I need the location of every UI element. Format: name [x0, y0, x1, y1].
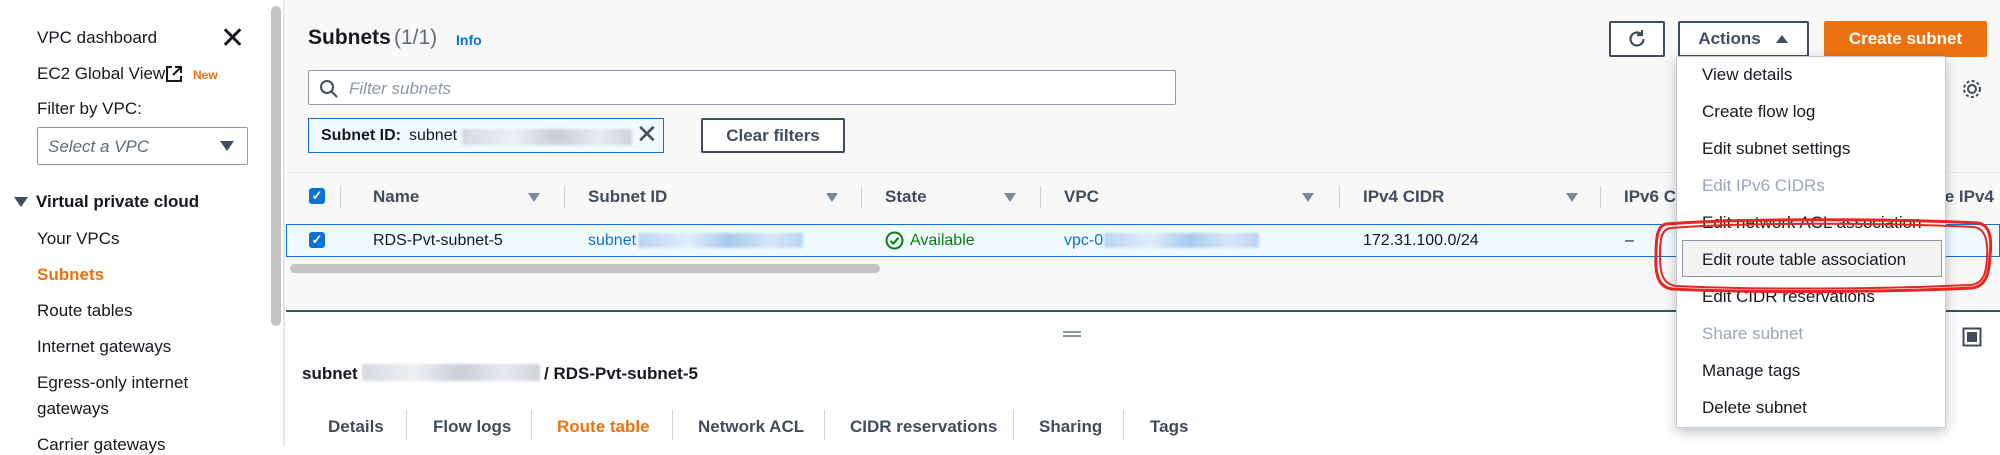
sort-icon[interactable]: [528, 193, 540, 202]
col-header-ipv4-cidr[interactable]: IPv4 CIDR: [1363, 187, 1444, 207]
redacted-subnet-id: [462, 129, 632, 145]
details-title-prefix: subnet: [302, 364, 358, 383]
col-separator: [1339, 186, 1340, 208]
create-subnet-button[interactable]: Create subnet: [1824, 21, 1987, 57]
col-header-state[interactable]: State: [885, 187, 927, 207]
settings-icon[interactable]: [1961, 78, 1983, 100]
refresh-button[interactable]: [1609, 21, 1665, 57]
cell-ipv6-cidr: –: [1625, 232, 1634, 249]
search-icon: [320, 80, 338, 98]
menu-item-delete-subnet[interactable]: Delete subnet: [1702, 398, 1807, 418]
panel-icon[interactable]: [1962, 327, 1982, 347]
actions-button-label: Actions: [1698, 29, 1761, 48]
caret-down-icon: [220, 141, 234, 151]
cell-state: Available: [910, 232, 975, 249]
tab-separator: [406, 410, 407, 440]
col-separator: [861, 186, 862, 208]
tab-sharing[interactable]: Sharing: [1039, 417, 1102, 437]
sidebar: VPC dashboard ✕ EC2 Global View New Filt…: [0, 0, 268, 454]
menu-item-view-details[interactable]: View details: [1702, 65, 1792, 85]
select-all-checkbox[interactable]: ✓: [309, 188, 325, 204]
filter-by-vpc-label: Filter by VPC:: [37, 99, 142, 118]
menu-item-manage-tags[interactable]: Manage tags: [1702, 361, 1800, 381]
col-header-subnet-id[interactable]: Subnet ID: [588, 187, 667, 207]
clear-filters-button[interactable]: Clear filters: [701, 118, 845, 153]
sidebar-scrollbar[interactable]: [271, 6, 281, 326]
tab-network-acl[interactable]: Network ACL: [698, 417, 804, 437]
cell-subnet-id[interactable]: subnet: [588, 232, 636, 250]
horizontal-scrollbar[interactable]: [290, 264, 880, 273]
external-link-icon: [166, 66, 182, 82]
subnet-count: (1/1): [394, 26, 438, 49]
red-annotation-outline: [1654, 218, 1993, 294]
tab-separator: [672, 410, 673, 440]
filter-token-subnet-id: Subnet ID: subnet: [308, 118, 664, 153]
sidebar-item-vpc-dashboard[interactable]: VPC dashboard: [37, 28, 157, 48]
tab-cidr-reservations[interactable]: CIDR reservations: [850, 417, 997, 437]
collapse-caret-icon[interactable]: [14, 197, 28, 207]
sidebar-item-your-vpcs[interactable]: Your VPCs: [37, 229, 120, 249]
page-title: Subnets: [308, 26, 391, 49]
col-separator: [564, 186, 565, 208]
sidebar-item-route-tables[interactable]: Route tables: [37, 301, 132, 321]
actions-button[interactable]: Actions: [1678, 21, 1809, 57]
menu-item-edit-ipv6-cidrs: Edit IPv6 CIDRs: [1702, 176, 1825, 195]
new-badge: New: [193, 68, 218, 82]
sort-icon[interactable]: [1302, 193, 1314, 202]
col-header-vpc[interactable]: VPC: [1064, 187, 1099, 207]
vpc-select[interactable]: Select a VPC: [37, 127, 248, 165]
menu-item-create-flow-log[interactable]: Create flow log: [1702, 102, 1815, 122]
redacted-vpc-id-cell: [1104, 233, 1259, 248]
row-checkbox[interactable]: ✓: [309, 232, 325, 248]
sidebar-divider: [283, 0, 285, 447]
sidebar-item-egress-only-line1[interactable]: Egress-only internet: [37, 373, 188, 393]
sidebar-item-carrier-gateways[interactable]: Carrier gateways: [37, 435, 166, 455]
clear-filters-label: Clear filters: [726, 125, 820, 145]
sort-icon[interactable]: [1004, 193, 1016, 202]
cell-vpc[interactable]: vpc-0: [1064, 232, 1103, 250]
tab-separator: [824, 410, 825, 440]
create-subnet-label: Create subnet: [1848, 29, 1963, 48]
col-header-ipv6-cidr[interactable]: IPv6 CI: [1624, 187, 1681, 207]
drag-handle-icon[interactable]: [1063, 331, 1081, 337]
menu-item-share-subnet: Share subnet: [1702, 324, 1804, 343]
filter-placeholder: Filter subnets: [349, 79, 452, 98]
col-separator: [1600, 186, 1601, 208]
vpc-select-placeholder: Select a VPC: [48, 137, 150, 156]
col-header-name[interactable]: Name: [373, 187, 419, 207]
tab-flow-logs[interactable]: Flow logs: [433, 417, 511, 437]
tab-tags[interactable]: Tags: [1150, 417, 1188, 437]
refresh-icon: [1629, 30, 1645, 47]
tab-route-table[interactable]: Route table: [557, 417, 650, 437]
tab-separator: [1013, 410, 1014, 440]
menu-item-edit-subnet-settings[interactable]: Edit subnet settings: [1702, 139, 1850, 159]
sidebar-item-internet-gateways[interactable]: Internet gateways: [37, 337, 171, 357]
redacted-subnet-id-cell: [638, 233, 803, 248]
sort-icon[interactable]: [1566, 193, 1578, 202]
col-separator: [340, 186, 341, 208]
tab-separator: [531, 410, 532, 440]
sidebar-item-egress-only-line2[interactable]: gateways: [37, 399, 109, 419]
col-header-available-ipv4[interactable]: le IPv4: [1940, 187, 1994, 207]
redacted-subnet-id-title: [362, 364, 540, 381]
info-link[interactable]: Info: [456, 32, 482, 48]
sidebar-item-ec2-global-view[interactable]: EC2 Global View: [37, 64, 165, 84]
tab-details[interactable]: Details: [328, 417, 384, 437]
cell-name: RDS-Pvt-subnet-5: [373, 232, 503, 249]
check-circle-icon: [885, 231, 904, 250]
details-title-suffix: / RDS-Pvt-subnet-5: [544, 364, 698, 383]
tab-separator: [1123, 410, 1124, 440]
sort-icon[interactable]: [826, 193, 838, 202]
section-virtual-private-cloud[interactable]: Virtual private cloud: [36, 192, 199, 212]
cell-ipv4-cidr: 172.31.100.0/24: [1363, 232, 1479, 249]
close-icon[interactable]: ✕: [220, 24, 245, 54]
remove-token-icon[interactable]: ✕: [636, 121, 658, 147]
col-separator: [1040, 186, 1041, 208]
caret-up-icon: [1775, 35, 1788, 43]
sidebar-item-subnets[interactable]: Subnets: [37, 265, 104, 285]
filter-subnets-input[interactable]: Filter subnets: [308, 70, 1176, 105]
token-value: subnet: [409, 127, 458, 144]
token-key: Subnet ID:: [321, 127, 401, 144]
